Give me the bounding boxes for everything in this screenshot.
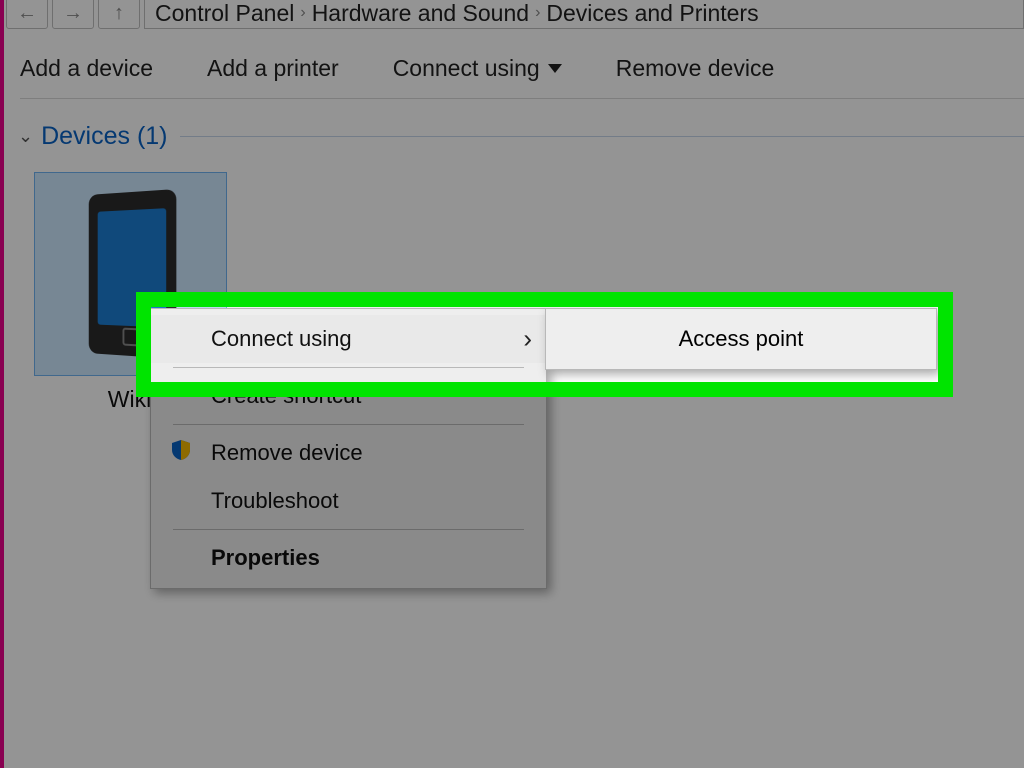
context-menu-remove-device[interactable]: Remove device: [151, 429, 546, 477]
devices-group-header[interactable]: ⌄ Devices (1): [18, 122, 1024, 151]
context-menu-item-label: Remove device: [211, 440, 363, 466]
connect-using-label: Connect using: [393, 55, 540, 82]
chevron-right-icon: ›: [294, 4, 311, 22]
chevron-down-icon: [548, 64, 562, 73]
add-printer-label: Add a printer: [207, 55, 339, 82]
chevron-down-icon: ⌄: [18, 126, 33, 147]
group-divider: [180, 136, 1024, 137]
breadcrumb-part[interactable]: Control Panel: [155, 0, 294, 27]
command-bar: Add a device Add a printer Connect using…: [20, 38, 1024, 99]
dim-overlay: [953, 292, 1024, 397]
add-printer-button[interactable]: Add a printer: [207, 55, 339, 82]
menu-separator: [173, 424, 524, 425]
add-device-button[interactable]: Add a device: [20, 55, 153, 82]
context-menu-properties[interactable]: Properties: [151, 534, 546, 582]
devices-group-label: Devices (1): [41, 122, 167, 151]
uac-shield-icon: [169, 438, 193, 468]
remove-device-button[interactable]: Remove device: [616, 55, 775, 82]
menu-separator: [173, 529, 524, 530]
context-menu-item-label: Properties: [211, 545, 320, 571]
remove-device-label: Remove device: [616, 55, 775, 82]
submenu-access-point[interactable]: Access point: [546, 315, 936, 363]
chevron-right-icon: ›: [523, 324, 532, 355]
breadcrumb-part[interactable]: Hardware and Sound: [312, 0, 529, 27]
context-menu-item-label: Connect using: [211, 326, 352, 352]
context-menu-item-label: Troubleshoot: [211, 488, 339, 514]
connect-using-button[interactable]: Connect using: [393, 55, 562, 82]
nav-up-button[interactable]: ↑: [98, 0, 140, 29]
nav-forward-button[interactable]: →: [52, 0, 94, 29]
context-menu-connect-using[interactable]: Connect using ›: [151, 315, 546, 363]
context-menu-troubleshoot[interactable]: Troubleshoot: [151, 477, 546, 525]
add-device-label: Add a device: [20, 55, 153, 82]
context-menu-item-label: Create shortcut: [211, 383, 361, 409]
breadcrumb-part[interactable]: Devices and Printers: [546, 0, 758, 27]
chevron-right-icon: ›: [529, 4, 546, 22]
context-menu-create-shortcut[interactable]: Create shortcut: [151, 372, 546, 420]
device-context-menu: Connect using › Create shortcut Remove d…: [150, 308, 547, 589]
menu-separator: [173, 367, 524, 368]
explorer-navbar: ← → ↑ Control Panel › Hardware and Sound…: [6, 0, 1024, 30]
step-indicator-edge: [0, 0, 4, 768]
nav-back-button[interactable]: ←: [6, 0, 48, 29]
submenu-item-label: Access point: [679, 326, 804, 352]
address-bar[interactable]: Control Panel › Hardware and Sound › Dev…: [144, 0, 1024, 29]
connect-using-submenu: Access point: [545, 308, 937, 370]
